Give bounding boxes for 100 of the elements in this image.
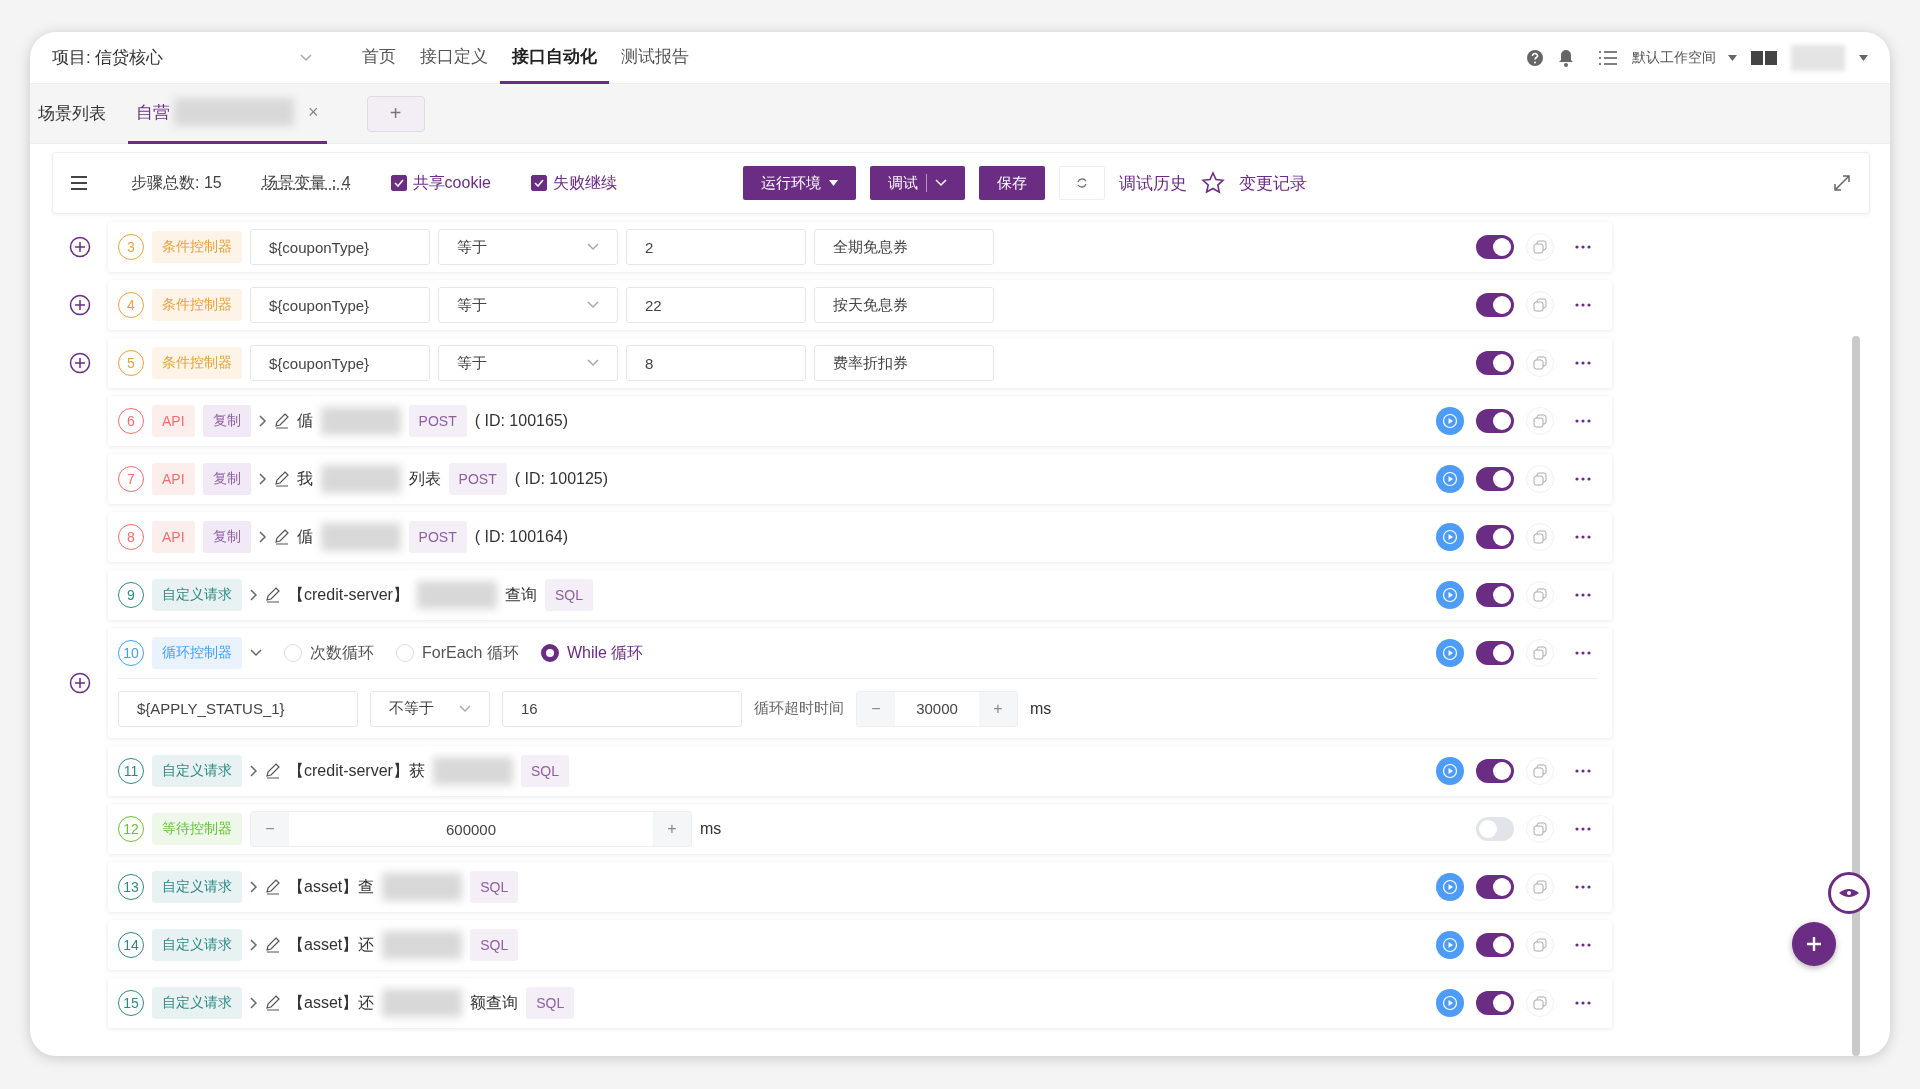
variable-field[interactable]: ${couponType} [250, 287, 430, 323]
add-step-icon[interactable] [69, 236, 91, 258]
run-step-button[interactable] [1436, 581, 1464, 609]
checkbox[interactable] [390, 175, 407, 191]
note-field[interactable]: 费率折扣券 [814, 345, 994, 381]
run-step-button[interactable] [1436, 873, 1464, 901]
enable-switch[interactable] [1476, 525, 1514, 549]
run-step-button[interactable] [1436, 523, 1464, 551]
debug-button[interactable]: 调试 [869, 166, 965, 200]
pencil-icon[interactable] [274, 471, 289, 487]
help-icon[interactable] [1526, 48, 1544, 67]
operator-select[interactable]: 等于 [438, 229, 618, 265]
enable-switch[interactable] [1476, 991, 1514, 1015]
pencil-icon[interactable] [266, 587, 280, 603]
chevron-right-icon[interactable] [250, 589, 258, 601]
project-select[interactable]: 项目: 信贷核心 [52, 46, 312, 69]
expand-icon[interactable] [1833, 174, 1851, 192]
enable-switch[interactable] [1476, 409, 1514, 433]
scene-variables-link[interactable]: 场景变量：4 [261, 172, 351, 194]
enable-switch[interactable] [1476, 641, 1514, 665]
copy-icon [1533, 764, 1547, 778]
add-tab-button[interactable]: + [366, 95, 425, 132]
run-step-button[interactable] [1436, 931, 1464, 959]
chevron-down-icon [459, 704, 471, 713]
enable-switch[interactable] [1476, 235, 1514, 259]
enable-switch[interactable] [1476, 293, 1514, 317]
step-name: 偱 [296, 526, 313, 547]
environment-button[interactable]: 运行环境 [742, 166, 856, 200]
step-name-end: 列表 [408, 468, 441, 489]
timeout-stepper[interactable]: − 30000 + [856, 690, 1018, 727]
enable-switch[interactable] [1476, 467, 1514, 491]
change-log-link[interactable]: 变更记录 [1238, 171, 1307, 195]
enable-switch[interactable] [1476, 351, 1514, 375]
radio-label: 次数循环 [310, 642, 374, 663]
more-icon [1575, 361, 1591, 365]
chevron-right-icon[interactable] [250, 881, 258, 893]
pencil-icon[interactable] [266, 763, 280, 779]
star-icon[interactable] [1200, 171, 1225, 195]
nav-tab[interactable]: 首页 [350, 32, 408, 84]
variable-field[interactable]: ${APPLY_STATUS_1} [118, 690, 358, 727]
checkbox[interactable] [530, 175, 547, 191]
radio-button[interactable] [540, 644, 559, 662]
list-icon[interactable] [1598, 49, 1618, 66]
scene-tab[interactable]: 自营 × [128, 83, 327, 144]
copy-icon [1533, 530, 1547, 544]
run-step-button[interactable] [1436, 407, 1464, 435]
add-step-icon[interactable] [69, 352, 91, 374]
enable-switch[interactable] [1476, 933, 1514, 957]
value-field[interactable]: 22 [626, 287, 806, 323]
nav-tab[interactable]: 接口定义 [408, 32, 500, 84]
chevron-right-icon[interactable] [258, 473, 267, 485]
chevron-right-icon[interactable] [258, 415, 267, 427]
add-button[interactable] [1792, 922, 1836, 966]
add-step-icon[interactable] [69, 672, 91, 694]
note-field[interactable]: 按天免息券 [814, 287, 994, 323]
run-step-button[interactable] [1436, 989, 1464, 1017]
operator-select[interactable]: 不等于 [370, 690, 490, 727]
chevron-right-icon[interactable] [250, 765, 258, 777]
pencil-icon[interactable] [274, 529, 289, 545]
copy-icon [1533, 938, 1547, 952]
pencil-icon[interactable] [274, 413, 289, 429]
note-field[interactable]: 全期免息券 [814, 229, 994, 265]
eye-button[interactable] [1828, 872, 1870, 914]
chevron-right-icon[interactable] [250, 997, 258, 1009]
scrollbar[interactable] [1852, 336, 1860, 1056]
play-icon [1442, 587, 1458, 603]
unit-label: ms [1030, 699, 1052, 718]
enable-switch[interactable] [1476, 583, 1514, 607]
enable-switch[interactable] [1476, 817, 1514, 841]
operator-select[interactable]: 等于 [438, 345, 618, 381]
enable-switch[interactable] [1476, 875, 1514, 899]
variable-field[interactable]: ${couponType} [250, 229, 430, 265]
run-step-button[interactable] [1436, 465, 1464, 493]
pencil-icon[interactable] [266, 879, 280, 895]
chevron-right-icon[interactable] [258, 531, 267, 543]
run-step-button[interactable] [1436, 757, 1464, 785]
add-step-icon[interactable] [69, 294, 91, 316]
pencil-icon[interactable] [266, 937, 280, 953]
wait-stepper[interactable]: − 600000 + [250, 811, 692, 847]
workspace-select[interactable]: 默认工作空间 [1632, 48, 1737, 67]
run-step-button[interactable] [1436, 639, 1464, 667]
variable-field[interactable]: ${couponType} [250, 345, 430, 381]
operator-select[interactable]: 等于 [438, 287, 618, 323]
bell-icon[interactable] [1558, 48, 1574, 67]
debug-history-link[interactable]: 调试历史 [1118, 171, 1187, 195]
menu-icon[interactable] [71, 176, 87, 190]
step-total: 步骤总数: 15 [131, 172, 222, 193]
stepper-value[interactable]: 600000 [289, 820, 653, 838]
value-field[interactable]: 8 [626, 345, 806, 381]
chevron-right-icon[interactable] [250, 939, 258, 951]
scene-list-link[interactable]: 场景列表 [38, 102, 106, 125]
enable-switch[interactable] [1476, 759, 1514, 783]
value-field[interactable]: 16 [502, 690, 742, 727]
stepper-value[interactable]: 30000 [895, 700, 979, 717]
nav-tab[interactable]: 测试报告 [609, 32, 701, 84]
value-field[interactable]: 2 [626, 229, 806, 265]
save-button[interactable]: 保存 [978, 166, 1045, 200]
language-icon[interactable] [1751, 50, 1777, 65]
pencil-icon[interactable] [266, 995, 280, 1011]
step-type-tag: API [152, 405, 195, 437]
